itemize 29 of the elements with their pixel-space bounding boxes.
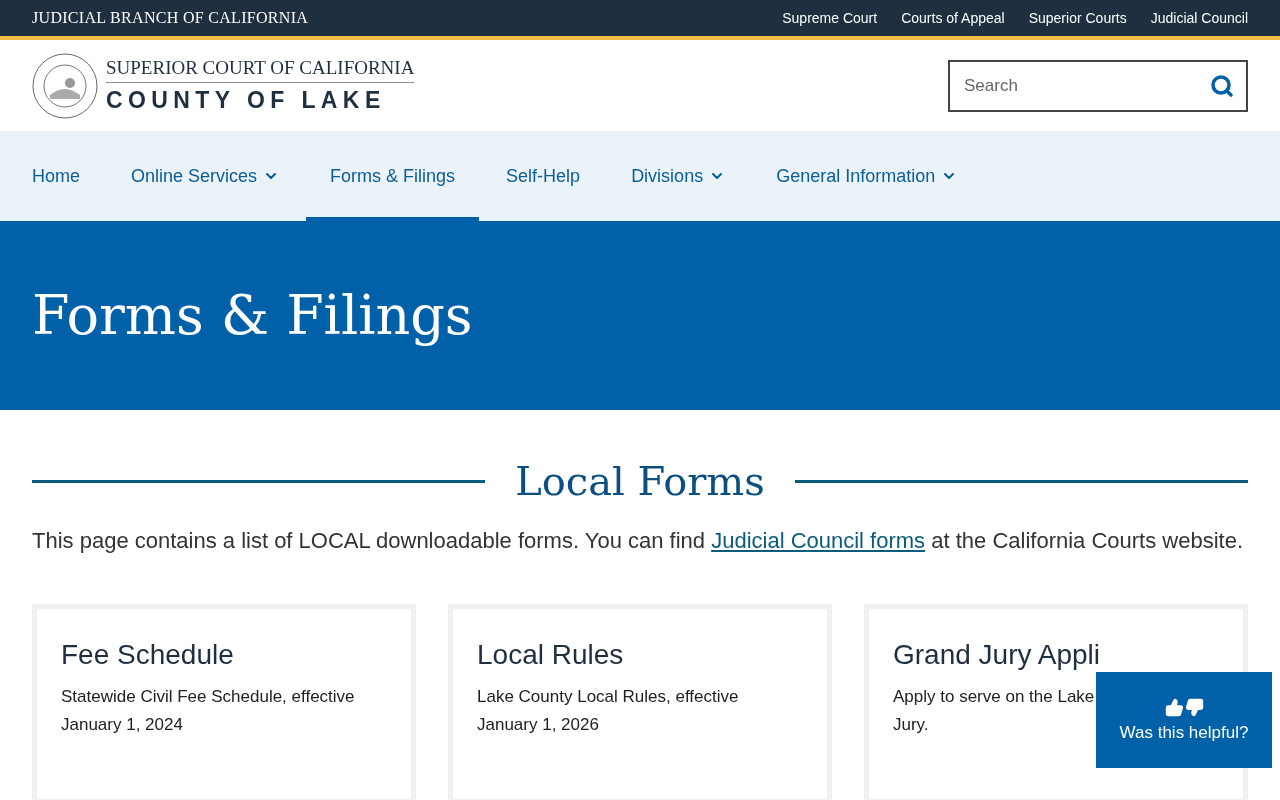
logo-title: SUPERIOR COURT OF CALIFORNIA — [106, 57, 415, 83]
search-field[interactable]: Search — [948, 59, 1248, 112]
utility-link[interactable]: Judicial Council — [1150, 10, 1248, 26]
card-description: Jury. — [893, 714, 929, 736]
card-title: Grand Jury Appli — [893, 639, 1101, 671]
utility-link[interactable]: Courts of Appeal — [901, 10, 1005, 26]
nav-tab[interactable]: Online Services — [107, 131, 304, 221]
card-description: Statewide Civil Fee Schedule, effective January 1, 2024 — [61, 686, 356, 736]
form-card[interactable]: Local Rules Lake County Local Rules, effective January 1, 2026 — [448, 604, 832, 800]
nav-tab[interactable]: Home — [8, 131, 104, 221]
intro-text: This page contains a list of LOCAL downloadable forms. You can find Judicial Council forms at the California Courts website. — [32, 527, 1245, 555]
card-title: Fee Schedule — [61, 639, 235, 671]
card-description: Apply to serve on the Lake — [893, 686, 1095, 708]
nav-tab[interactable]: General Information — [752, 131, 982, 221]
utility-link[interactable]: Superior Courts — [1028, 10, 1127, 26]
site-title: JUDICIAL BRANCH OF CALIFORNIA — [32, 9, 309, 27]
nav-tab[interactable]: Divisions — [607, 131, 750, 221]
section-heading: Local Forms — [515, 458, 765, 504]
page-title: Forms & Filings — [32, 284, 473, 347]
card-title: Local Rules — [477, 639, 625, 671]
form-card[interactable]: Fee Schedule Statewide Civil Fee Schedule, effective January 1, 2024 — [32, 604, 416, 800]
feedback-button[interactable]: Was this helpful? — [1096, 672, 1272, 768]
nav-tab[interactable]: Self-Help — [482, 131, 605, 221]
card-description: Lake County Local Rules, effective January 1, 2026 — [477, 686, 740, 736]
thumbs-icon — [1164, 697, 1204, 717]
search-icon[interactable] — [1210, 73, 1234, 98]
logo-subtitle: COUNTY OF LAKE — [106, 86, 387, 114]
utility-link[interactable]: Supreme Court — [782, 10, 878, 26]
judicial-council-forms-link[interactable]: Judicial Council forms — [711, 528, 926, 553]
